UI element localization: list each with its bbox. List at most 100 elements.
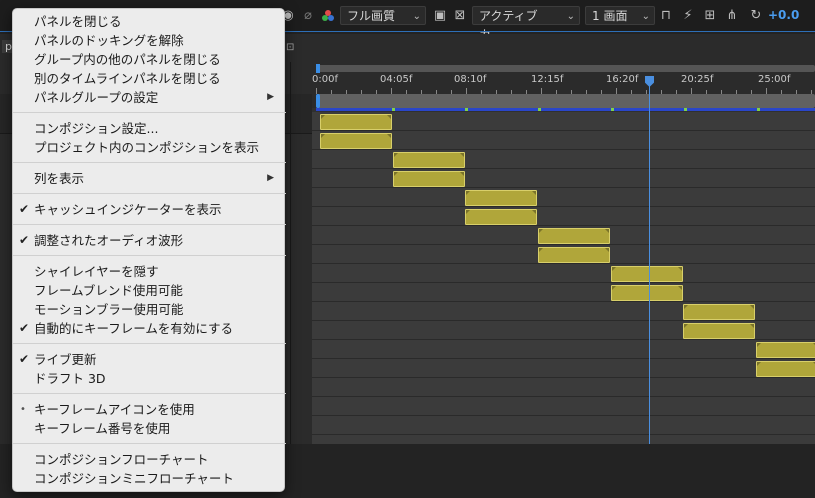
- layer-bar[interactable]: [683, 323, 755, 339]
- menu-item-label: グループ内の他のパネルを閉じる: [34, 52, 221, 67]
- track-row[interactable]: [312, 150, 815, 169]
- layer-bar[interactable]: [683, 304, 755, 320]
- fast-previews-icon[interactable]: ⚡: [680, 6, 696, 25]
- menu-item-label: ドラフト 3D: [34, 371, 106, 386]
- timeline-icon[interactable]: ⊞: [702, 6, 718, 25]
- menu-item-close-panel[interactable]: パネルを閉じる: [13, 12, 286, 31]
- track-row[interactable]: [312, 340, 815, 359]
- menu-item-label: モーションブラー使用可能: [34, 302, 184, 317]
- menu-item-hide-shy-layers[interactable]: シャイレイヤーを隠す: [13, 262, 286, 281]
- menu-item-label: プロジェクト内のコンポジションを表示: [34, 140, 260, 155]
- transparency-grid-icon[interactable]: ⊠: [452, 6, 468, 25]
- menu-item-label: 別のタイムラインパネルを閉じる: [34, 71, 221, 86]
- menu-item-close-other-panels[interactable]: グループ内の他のパネルを閉じる: [13, 50, 286, 69]
- work-area-start[interactable]: [316, 64, 320, 73]
- layer-bar[interactable]: [320, 133, 392, 149]
- exposure-value[interactable]: +0.0: [768, 6, 799, 25]
- menu-item-show-cache-indicators[interactable]: ✔ キャッシュインジケーターを表示: [13, 200, 286, 219]
- menu-separator: [13, 443, 286, 444]
- menu-item-close-other-timelines[interactable]: 別のタイムラインパネルを閉じる: [13, 69, 286, 88]
- menu-item-label: パネルを閉じる: [34, 14, 122, 29]
- menu-item-composition-mini-flowchart[interactable]: コンポジションミニフローチャート: [13, 469, 286, 488]
- menu-item-composition-flowchart[interactable]: コンポジションフローチャート: [13, 450, 286, 469]
- chevron-down-icon: ⌄: [412, 11, 421, 22]
- checkmark-icon: ✔: [19, 352, 30, 366]
- menu-item-draft-3d[interactable]: ドラフト 3D: [13, 369, 286, 388]
- menu-separator: [13, 162, 286, 163]
- menu-separator: [13, 112, 286, 113]
- current-time-indicator-line[interactable]: [649, 80, 650, 444]
- show-snapshot-icon[interactable]: ⌀: [300, 6, 316, 25]
- menu-item-columns[interactable]: 列を表示 ▶: [13, 169, 286, 188]
- menu-item-enable-motion-blur[interactable]: モーションブラー使用可能: [13, 300, 286, 319]
- menu-item-undock-panel[interactable]: パネルのドッキングを解除: [13, 31, 286, 50]
- layer-bar[interactable]: [611, 266, 683, 282]
- menu-item-label: キーフレームアイコンを使用: [34, 402, 195, 417]
- menu-item-label: コンポジション設定...: [34, 121, 159, 136]
- time-navigator[interactable]: [316, 94, 815, 108]
- cache-marker: [684, 108, 687, 111]
- layer-bar[interactable]: [538, 247, 610, 263]
- track-row[interactable]: [312, 169, 815, 188]
- layer-bar[interactable]: [320, 114, 392, 130]
- flowchart-icon[interactable]: ⋔: [724, 6, 740, 25]
- view-layout-select[interactable]: 1 画面 ⌄: [585, 6, 655, 25]
- work-area-bar[interactable]: [316, 64, 815, 73]
- cache-marker: [465, 108, 468, 111]
- layer-bar[interactable]: [465, 190, 537, 206]
- layer-bar[interactable]: [756, 361, 815, 377]
- layer-bar[interactable]: [611, 285, 683, 301]
- time-navigator-start[interactable]: [316, 94, 320, 108]
- menu-item-label: キーフレーム番号を使用: [34, 421, 171, 436]
- track-row[interactable]: [312, 378, 815, 397]
- menu-item-auto-keyframe[interactable]: ✔ 自動的にキーフレームを有効にする: [13, 319, 286, 338]
- layer-bar[interactable]: [756, 342, 815, 358]
- submenu-arrow-icon: ▶: [267, 92, 274, 102]
- reset-exposure-icon[interactable]: ↻: [748, 6, 764, 25]
- track-row[interactable]: [312, 264, 815, 283]
- resolution-value: フル画質: [347, 9, 396, 23]
- menu-item-use-keyframe-indices[interactable]: キーフレーム番号を使用: [13, 419, 286, 438]
- timeline-panel-menu: パネルを閉じる パネルのドッキングを解除 グループ内の他のパネルを閉じる 別のタ…: [12, 8, 286, 492]
- menu-item-reveal-composition[interactable]: プロジェクト内のコンポジションを表示: [13, 138, 286, 157]
- track-row[interactable]: [312, 207, 815, 226]
- menu-separator: [13, 343, 286, 344]
- time-ruler[interactable]: 0:00f 04:05f 08:10f 12:15f 16:20f 20:25f…: [312, 62, 815, 108]
- layer-bar[interactable]: [393, 152, 465, 168]
- menu-item-label: 自動的にキーフレームを有効にする: [34, 321, 234, 336]
- toggle-pixel-aspect-icon[interactable]: ⊓: [658, 6, 674, 25]
- layer-tracks[interactable]: [312, 108, 815, 444]
- checkmark-icon: ✔: [19, 233, 30, 247]
- menu-item-label: ライブ更新: [34, 352, 97, 367]
- track-row[interactable]: [312, 397, 815, 416]
- menu-item-panel-group-settings[interactable]: パネルグループの設定 ▶: [13, 88, 286, 107]
- track-row[interactable]: [312, 435, 815, 444]
- cache-marker: [392, 108, 395, 111]
- menu-item-label: 調整されたオーディオ波形: [34, 233, 184, 248]
- region-of-interest-icon[interactable]: ▣: [432, 6, 448, 25]
- menu-item-label: パネルのドッキングを解除: [34, 33, 184, 48]
- layer-bar[interactable]: [465, 209, 537, 225]
- resolution-select[interactable]: フル画質 ⌄: [340, 6, 426, 25]
- menu-item-use-keyframe-icons[interactable]: • キーフレームアイコンを使用: [13, 400, 286, 419]
- menu-item-enable-frame-blending[interactable]: フレームブレンド使用可能: [13, 281, 286, 300]
- menu-item-label: シャイレイヤーを隠す: [34, 264, 159, 279]
- layer-bar[interactable]: [393, 171, 465, 187]
- comp-mini-flowchart-icon[interactable]: ⊡: [286, 42, 294, 53]
- checkmark-icon: ✔: [19, 202, 30, 216]
- view-layout-value: 1 画面: [592, 9, 628, 23]
- track-row[interactable]: [312, 188, 815, 207]
- menu-item-rectified-audio[interactable]: ✔ 調整されたオーディオ波形: [13, 231, 286, 250]
- cache-marker: [538, 108, 541, 111]
- layer-bar[interactable]: [538, 228, 610, 244]
- menu-item-composition-settings[interactable]: コンポジション設定...: [13, 119, 286, 138]
- menu-separator: [13, 193, 286, 194]
- menu-item-live-update[interactable]: ✔ ライブ更新: [13, 350, 286, 369]
- track-row[interactable]: [312, 359, 815, 378]
- track-row[interactable]: [312, 283, 815, 302]
- track-row[interactable]: [312, 416, 815, 435]
- camera-select[interactable]: アクティブカ... ⌄: [472, 6, 580, 42]
- channel-icon[interactable]: [320, 6, 336, 25]
- menu-item-label: コンポジションフローチャート: [34, 452, 209, 467]
- ruler-label: 20:25f: [681, 74, 714, 85]
